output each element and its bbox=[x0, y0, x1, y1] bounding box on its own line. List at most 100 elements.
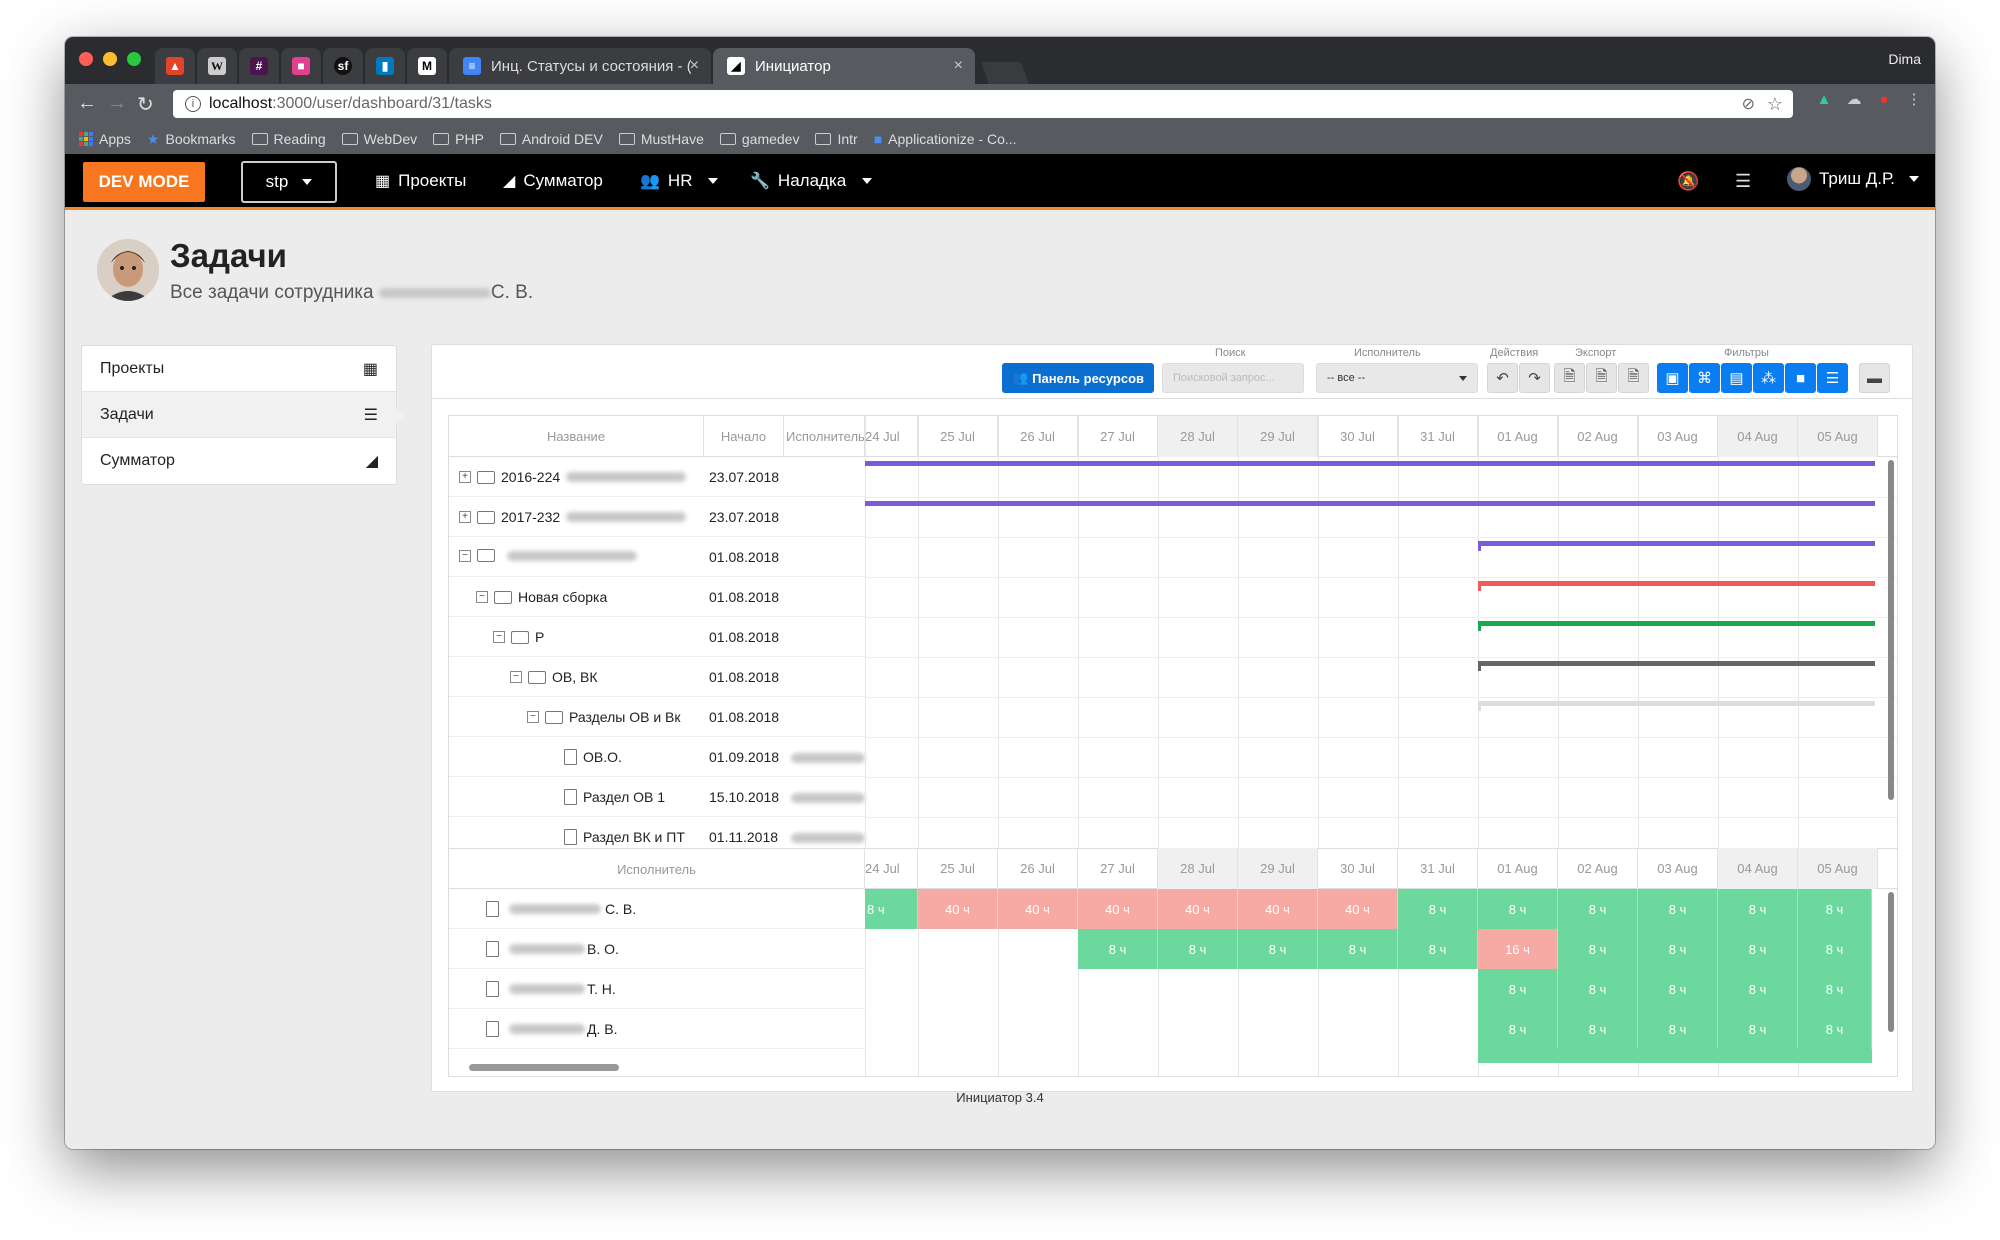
tab-gitlab[interactable]: ▲ bbox=[155, 48, 195, 84]
resource-row[interactable]: Т. Н. bbox=[449, 969, 865, 1009]
bookmark-reading[interactable]: Reading bbox=[251, 131, 326, 147]
task-bar[interactable] bbox=[865, 461, 1875, 466]
tab-trello[interactable]: ▮ bbox=[365, 48, 405, 84]
menu-dots-icon[interactable]: ⋮ bbox=[1905, 90, 1923, 108]
user-menu[interactable]: Триш Д.Р. bbox=[1787, 167, 1919, 191]
collapse-icon[interactable]: − bbox=[476, 591, 488, 603]
resource-hours-cell[interactable]: 8 ч bbox=[1318, 929, 1398, 969]
executor-select[interactable]: -- все -- bbox=[1316, 363, 1478, 393]
task-bar[interactable] bbox=[1478, 661, 1875, 666]
resource-hours-cell[interactable]: 8 ч bbox=[1478, 969, 1558, 1009]
tab-initiator[interactable]: ◢ Инициатор × bbox=[713, 48, 975, 84]
resource-hours-cell[interactable]: 8 ч bbox=[1558, 969, 1638, 1009]
redo-button[interactable]: ↷ bbox=[1519, 363, 1550, 393]
resource-hours-cell[interactable]: 8 ч bbox=[1798, 969, 1872, 1009]
bookmark-bookmarks[interactable]: ★ Bookmarks bbox=[147, 131, 236, 148]
resource-hours-cell[interactable]: 8 ч bbox=[1478, 889, 1558, 929]
extension-red-icon[interactable]: ● bbox=[1875, 90, 1893, 108]
collapse-icon[interactable]: − bbox=[493, 631, 505, 643]
tab-docs[interactable]: ≡ Инц. Статусы и состояния - ( × bbox=[449, 48, 711, 84]
task-bar[interactable] bbox=[1478, 701, 1875, 706]
info-icon[interactable]: i bbox=[185, 96, 201, 112]
resource-hours-cell[interactable]: 8 ч bbox=[1798, 929, 1872, 969]
resource-row[interactable]: С. В. bbox=[449, 889, 865, 929]
resource-hours-cell[interactable]: 8 ч bbox=[1478, 1009, 1558, 1049]
task-row[interactable]: − 01.08.2018 bbox=[449, 537, 865, 577]
resource-hours-cell[interactable]: 8 ч bbox=[1638, 1009, 1718, 1049]
collapse-icon[interactable]: − bbox=[459, 549, 471, 562]
back-arrow-icon[interactable]: ← bbox=[77, 92, 97, 115]
resource-hours-cell[interactable]: 16 ч bbox=[1478, 929, 1558, 969]
resource-hours-cell[interactable]: 8 ч bbox=[1718, 889, 1798, 929]
resource-hours-cell[interactable]: 8 ч bbox=[1398, 889, 1478, 929]
resource-hours-cell[interactable]: 8 ч bbox=[1558, 1009, 1638, 1049]
resource-hours-cell[interactable]: 8 ч bbox=[1718, 969, 1798, 1009]
sidebar-item-summator[interactable]: Сумматор ◢ bbox=[82, 438, 396, 484]
nav-hr[interactable]: 👥 HR bbox=[640, 171, 719, 191]
task-row[interactable]: − Р 01.08.2018 bbox=[449, 617, 865, 657]
extension-cloud-icon[interactable]: ☁ bbox=[1845, 90, 1863, 108]
tab-slack[interactable]: # bbox=[239, 48, 279, 84]
resource-row[interactable]: Д. В. bbox=[449, 1009, 865, 1049]
task-row[interactable]: − ОВ, ВК 01.08.2018 bbox=[449, 657, 865, 697]
export-xls-button[interactable]: 🗎 bbox=[1618, 363, 1649, 393]
bookmark-gamedev[interactable]: gamedev bbox=[719, 131, 799, 147]
task-row[interactable]: − Разделы ОВ и Вк 01.08.2018 bbox=[449, 697, 865, 737]
collapse-icon[interactable]: − bbox=[510, 671, 522, 683]
resource-vertical-scrollbar[interactable] bbox=[1888, 892, 1894, 1032]
filter-cubes-button[interactable]: ⁂ bbox=[1753, 363, 1784, 393]
extension-green-icon[interactable]: ▲ bbox=[1815, 90, 1833, 108]
fullscreen-button[interactable]: ▬ bbox=[1859, 363, 1890, 393]
dev-mode-button[interactable]: DEV MODE bbox=[83, 162, 205, 202]
resource-hours-cell[interactable]: 40 ч bbox=[1318, 889, 1398, 929]
horizontal-scrollbar[interactable] bbox=[469, 1064, 619, 1071]
resource-hours-cell[interactable]: 40 ч bbox=[918, 889, 998, 929]
resource-hours-cell[interactable]: 8 ч bbox=[1158, 929, 1238, 969]
filter-tasks-button[interactable]: ☰ bbox=[1817, 363, 1848, 393]
task-row[interactable]: Раздел ОВ 1 15.10.2018 bbox=[449, 777, 865, 817]
undo-button[interactable]: ↶ bbox=[1487, 363, 1518, 393]
resource-hours-cell[interactable]: 8 ч bbox=[865, 889, 918, 929]
resource-hours-cell[interactable]: 8 ч bbox=[1638, 889, 1718, 929]
resource-hours-cell[interactable]: 8 ч bbox=[1718, 1009, 1798, 1049]
task-bar[interactable] bbox=[1478, 581, 1875, 586]
tab-medium[interactable]: M bbox=[407, 48, 447, 84]
project-select[interactable]: stp bbox=[241, 161, 337, 203]
resource-hours-cell[interactable]: 8 ч bbox=[1798, 1009, 1872, 1049]
nav-projects[interactable]: ▦ Проекты bbox=[375, 171, 466, 191]
filter-square-button[interactable]: ■ bbox=[1785, 363, 1816, 393]
task-vertical-scrollbar[interactable] bbox=[1888, 460, 1894, 800]
nav-setup[interactable]: 🔧 Наладка bbox=[750, 171, 873, 191]
close-tab-icon[interactable]: × bbox=[954, 57, 963, 75]
bookmark-php[interactable]: PHP bbox=[433, 131, 484, 147]
resource-row[interactable]: В. О. bbox=[449, 929, 865, 969]
resource-hours-cell[interactable]: 40 ч bbox=[1238, 889, 1318, 929]
resource-hours-cell[interactable]: 8 ч bbox=[1238, 929, 1318, 969]
collapse-icon[interactable]: − bbox=[527, 711, 539, 723]
new-tab-button[interactable] bbox=[980, 62, 1030, 84]
sidebar-item-tasks[interactable]: Задачи ☰ bbox=[82, 392, 404, 438]
forward-arrow-icon[interactable]: → bbox=[107, 92, 127, 115]
tab-symfony[interactable]: sf bbox=[323, 48, 363, 84]
close-window-button[interactable] bbox=[79, 52, 93, 66]
search-input[interactable]: Поисковой запрос... bbox=[1162, 363, 1304, 393]
close-tab-icon[interactable]: × bbox=[690, 57, 699, 75]
task-list-icon[interactable]: ☰ bbox=[1735, 171, 1751, 192]
address-bar[interactable]: i localhost:3000/user/dashboard/31/tasks… bbox=[173, 90, 1793, 118]
bookmark-apps[interactable]: Apps bbox=[79, 131, 131, 147]
task-row[interactable]: +2017-232 23.07.2018 bbox=[449, 497, 865, 537]
filter-briefcase-button[interactable]: ▣ bbox=[1657, 363, 1688, 393]
resource-hours-cell[interactable]: 8 ч bbox=[1718, 929, 1798, 969]
resource-hours-cell[interactable]: 8 ч bbox=[1558, 929, 1638, 969]
task-row[interactable]: ОВ.О. 01.09.2018 bbox=[449, 737, 865, 777]
maximize-window-button[interactable] bbox=[127, 52, 141, 66]
resources-panel-button[interactable]: 👥 Панель ресурсов bbox=[1002, 363, 1154, 393]
bookmark-musthave[interactable]: MustHave bbox=[618, 131, 704, 147]
resource-hours-cell[interactable]: 40 ч bbox=[1078, 889, 1158, 929]
task-row[interactable]: − Новая сборка 01.08.2018 bbox=[449, 577, 865, 617]
expand-icon[interactable]: + bbox=[459, 511, 471, 523]
tab-jetbrains[interactable]: ■ bbox=[281, 48, 321, 84]
bookmark-star-icon[interactable]: ☆ bbox=[1767, 94, 1783, 115]
task-bar[interactable] bbox=[1478, 541, 1875, 546]
resource-hours-cell[interactable]: 8 ч bbox=[1638, 929, 1718, 969]
